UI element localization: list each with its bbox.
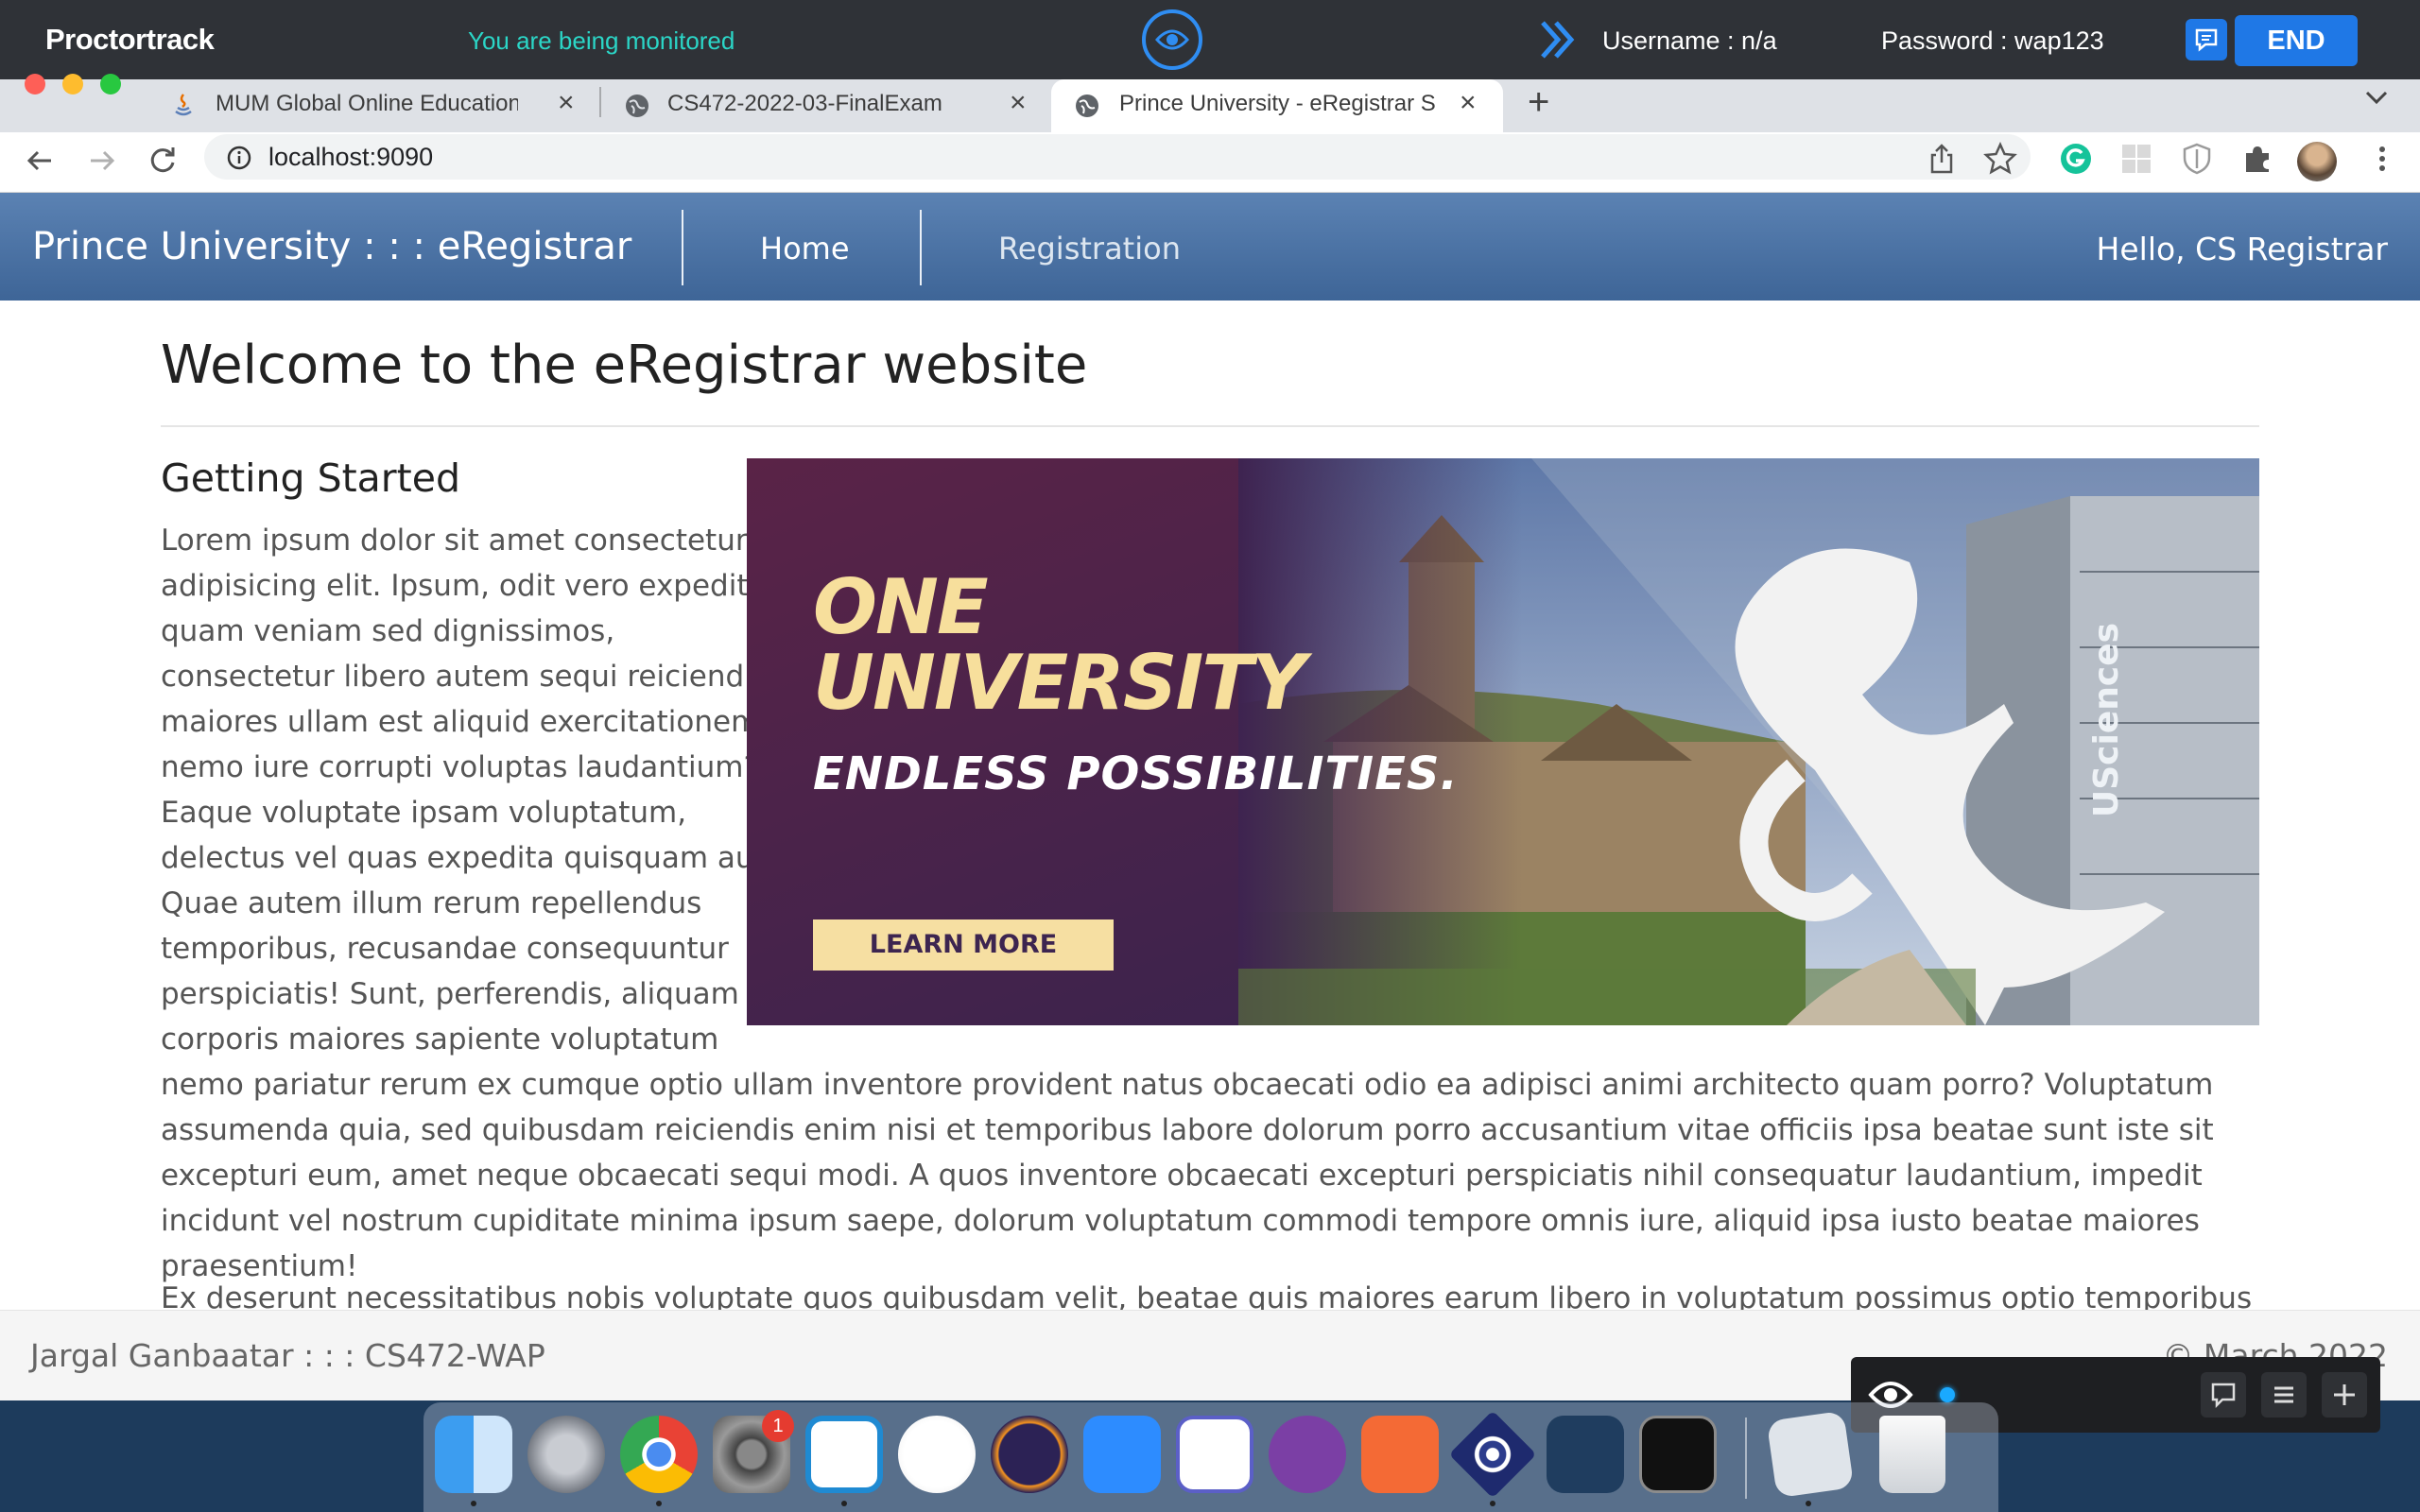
new-tab-button[interactable]: + bbox=[1528, 81, 1549, 124]
terminal-icon[interactable] bbox=[1639, 1416, 1717, 1493]
chat-button[interactable] bbox=[2201, 1372, 2246, 1418]
text-line: Quae autem illum rerum repellendus bbox=[161, 886, 702, 920]
close-icon[interactable]: × bbox=[1010, 87, 1027, 119]
forward-arrow-icon[interactable] bbox=[81, 140, 123, 181]
plus-icon[interactable] bbox=[2322, 1372, 2367, 1418]
menu-icon[interactable] bbox=[2261, 1372, 2307, 1418]
back-arrow-icon[interactable] bbox=[19, 140, 60, 181]
grammarly-icon[interactable] bbox=[2059, 142, 2093, 176]
web-page: Prince University : : : eRegistrar Home … bbox=[0, 193, 2420, 1400]
finder-icon[interactable] bbox=[435, 1416, 512, 1493]
proctor-password: Password : wap123 bbox=[1881, 26, 2104, 55]
running-indicator bbox=[841, 1501, 847, 1506]
notification-badge: 1 bbox=[762, 1410, 794, 1442]
nav-link-home[interactable]: Home bbox=[760, 231, 850, 266]
text-line: adipisicing elit. Ipsum, odit vero exped… bbox=[161, 569, 767, 603]
window-minimize-button[interactable] bbox=[62, 74, 83, 94]
text-line: Lorem ipsum dolor sit amet consectetur, bbox=[161, 524, 757, 558]
text-line: delectus vel quas expedita quisquam aut! bbox=[161, 841, 778, 875]
nav-divider bbox=[682, 210, 683, 285]
trash-icon[interactable] bbox=[1879, 1416, 1945, 1493]
text-line: perspiciatis! Sunt, perferendis, aliquam bbox=[161, 977, 739, 1011]
intro-text: Lorem ipsum dolor sit amet consectetur, … bbox=[161, 518, 778, 1062]
address-bar[interactable]: localhost:9090 bbox=[204, 134, 2031, 180]
globe-icon bbox=[626, 94, 648, 117]
zoom-icon[interactable] bbox=[1083, 1416, 1161, 1493]
text-line: consectetur libero autem sequi reiciendi… bbox=[161, 660, 768, 694]
close-icon[interactable]: × bbox=[558, 87, 575, 119]
building-sign: USciences bbox=[2087, 622, 2126, 817]
teams-icon[interactable] bbox=[1176, 1416, 1253, 1493]
text-line: quam veniam sed dignissimos, bbox=[161, 614, 615, 648]
banner-line-one: ONE bbox=[813, 563, 989, 651]
text-line: nemo iure corrupti voluptas laudantium? bbox=[161, 750, 759, 784]
nav-divider bbox=[920, 210, 922, 285]
text-line: temporibus, recusandae consequuntur bbox=[161, 932, 729, 966]
launchpad-icon[interactable] bbox=[527, 1416, 605, 1493]
footer-author: Jargal Ganbaatar : : : CS472-WAP bbox=[30, 1337, 545, 1374]
recording-indicator bbox=[1940, 1387, 1955, 1402]
browser-tab-active[interactable]: Prince University - eRegistrar S × bbox=[1051, 79, 1503, 132]
browser-tab[interactable]: MUM Global Online Education : × bbox=[161, 79, 596, 132]
body-paragraph: nemo pariatur rerum ex cumque optio ulla… bbox=[161, 1068, 2214, 1283]
app-store-icon[interactable] bbox=[898, 1416, 976, 1493]
star-icon[interactable] bbox=[1983, 142, 2017, 176]
section-heading: Getting Started bbox=[161, 455, 460, 501]
java-icon bbox=[175, 94, 192, 116]
running-indicator bbox=[471, 1501, 476, 1506]
browser-tab[interactable]: CS472-2022-03-FinalExam × bbox=[614, 79, 1049, 132]
proctortrack-bar: Proctortrack You are being monitored Use… bbox=[0, 0, 2420, 79]
mysql-workbench-icon[interactable] bbox=[1547, 1416, 1624, 1493]
running-indicator bbox=[1490, 1501, 1495, 1506]
window-maximize-button[interactable] bbox=[100, 74, 121, 94]
more-vertical-icon[interactable] bbox=[2365, 142, 2399, 176]
dock-divider bbox=[1745, 1418, 1747, 1499]
text-line: Eaque voluptate ipsam voluptatum, bbox=[161, 796, 687, 830]
shield-icon[interactable] bbox=[2180, 142, 2214, 176]
eye-icon bbox=[1142, 9, 1202, 70]
monitoring-status: You are being monitored bbox=[468, 26, 735, 55]
github-desktop-icon[interactable] bbox=[1269, 1416, 1346, 1493]
user-greeting: Hello, CS Registrar bbox=[2096, 231, 2388, 267]
title-divider bbox=[161, 425, 2259, 427]
preview-icon[interactable] bbox=[1766, 1410, 1855, 1499]
tab-divider bbox=[599, 87, 601, 117]
window-close-button[interactable] bbox=[25, 74, 45, 94]
text-line: corporis maiores sapiente voluptatum bbox=[161, 1022, 719, 1057]
eclipse-icon[interactable] bbox=[991, 1416, 1068, 1493]
tab-title: MUM Global Online Education : bbox=[216, 91, 518, 116]
postman-icon[interactable] bbox=[1361, 1416, 1439, 1493]
running-indicator bbox=[1806, 1501, 1811, 1506]
learn-more-button[interactable]: LEARN MORE bbox=[813, 919, 1114, 971]
info-icon[interactable] bbox=[227, 146, 251, 170]
site-navbar: Prince University : : : eRegistrar Home … bbox=[0, 193, 2420, 301]
close-icon[interactable]: × bbox=[1460, 87, 1477, 119]
double-chevron-right-icon[interactable] bbox=[1539, 19, 1577, 64]
tab-title: Prince University - eRegistrar S bbox=[1119, 91, 1436, 116]
chat-button[interactable] bbox=[2186, 19, 2227, 60]
profile-avatar[interactable] bbox=[2297, 142, 2337, 181]
chevron-down-icon[interactable] bbox=[2363, 89, 2390, 112]
banner-headline: ONE UNIVERSITY bbox=[813, 563, 1306, 727]
puzzle-icon[interactable] bbox=[2240, 142, 2274, 176]
text-line: maiores ullam est aliquid exercitationem… bbox=[161, 705, 769, 739]
running-indicator bbox=[656, 1501, 662, 1506]
url-text: localhost:9090 bbox=[268, 143, 434, 171]
site-brand[interactable]: Prince University : : : eRegistrar bbox=[32, 225, 631, 268]
proctortrack-logo: Proctortrack bbox=[45, 23, 215, 56]
promo-banner-image: ONE UNIVERSITY ENDLESS POSSIBILITIES. LE… bbox=[747, 458, 2259, 1025]
reload-icon[interactable] bbox=[142, 140, 183, 181]
tab-title: CS472-2022-03-FinalExam bbox=[667, 91, 942, 116]
share-icon[interactable] bbox=[1925, 142, 1959, 176]
extension-grid-icon[interactable] bbox=[2119, 142, 2153, 176]
globe-icon bbox=[1076, 94, 1098, 117]
chrome-icon[interactable] bbox=[620, 1416, 698, 1493]
banner-tagline: ENDLESS POSSIBILITIES. bbox=[813, 747, 1459, 800]
proctor-username: Username : n/a bbox=[1602, 26, 1777, 55]
end-exam-button[interactable]: END bbox=[2235, 15, 2358, 66]
vscode-icon[interactable] bbox=[805, 1416, 883, 1493]
nav-link-registration[interactable]: Registration bbox=[998, 231, 1181, 266]
banner-line-university: UNIVERSITY bbox=[813, 639, 1306, 727]
page-title: Welcome to the eRegistrar website bbox=[161, 335, 1088, 396]
